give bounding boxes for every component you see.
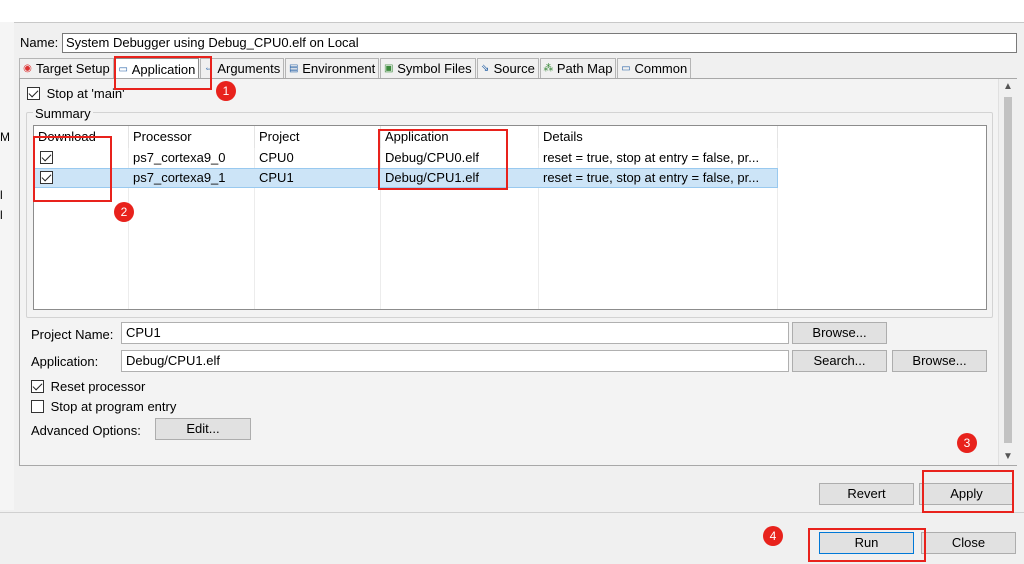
application-cell: Debug/CPU0.elf [385, 150, 479, 165]
project-cell: CPU1 [259, 170, 294, 185]
stop-at-entry-checkbox[interactable] [31, 400, 44, 414]
annotation-badge: 2 [114, 202, 134, 222]
path-map-icon: ⁂ [543, 63, 554, 74]
tab-label: Target Setup [36, 61, 110, 76]
application-browse-button[interactable]: Browse... [892, 350, 987, 372]
advanced-options-label: Advanced Options: [31, 423, 141, 438]
details-cell: reset = true, stop at entry = false, pr.… [543, 150, 760, 165]
left-fragment: M [0, 130, 10, 144]
project-browse-button[interactable]: Browse... [792, 322, 887, 344]
target-icon: ◉ [23, 63, 32, 74]
project-name-field[interactable]: CPU1 [121, 322, 789, 344]
tab-arguments[interactable]: ⇔ Arguments [200, 58, 285, 78]
close-button[interactable]: Close [921, 532, 1016, 554]
revert-button[interactable]: Revert [819, 483, 914, 505]
stop-at-main-option[interactable]: Stop at 'main' [27, 85, 125, 101]
column-header-download[interactable]: Download [34, 126, 129, 148]
name-label: Name: [20, 35, 59, 50]
tab-label: Common [634, 61, 688, 76]
symbol-files-icon: ▣ [383, 63, 394, 74]
stop-at-entry-option[interactable]: Stop at program entry [31, 398, 176, 414]
vertical-scrollbar[interactable]: ▲ ▼ [998, 79, 1017, 465]
processor-cell: ps7_cortexa9_0 [133, 150, 226, 165]
tab-label: Arguments [217, 61, 281, 76]
environment-icon: ▤ [288, 63, 299, 74]
tab-bar: ◉ Target Setup ▭ Application ⇔ Arguments… [19, 58, 692, 79]
annotation-badge: 4 [763, 526, 783, 546]
reset-processor-label: Reset processor [50, 379, 146, 395]
arguments-icon: ⇔ [203, 63, 214, 74]
application-field[interactable]: Debug/CPU1.elf [121, 350, 789, 372]
tab-label: Environment [302, 61, 376, 76]
advanced-edit-button[interactable]: Edit... [155, 418, 251, 440]
name-field[interactable]: System Debugger using Debug_CPU0.elf on … [62, 33, 1017, 53]
scroll-down-icon[interactable]: ▼ [1003, 451, 1013, 462]
column-header-project[interactable]: Project [255, 126, 381, 148]
column-header-details[interactable]: Details [539, 126, 778, 148]
tab-symbol-files[interactable]: ▣ Symbol Files [380, 58, 476, 78]
application-label: Application: [31, 354, 99, 369]
common-icon: ▭ [621, 63, 631, 74]
download-checkbox[interactable] [40, 151, 53, 164]
project-cell: CPU0 [259, 150, 294, 165]
tab-label: Symbol Files [397, 61, 472, 76]
top-strip [0, 0, 1024, 22]
dialog-divider [0, 512, 1024, 513]
table-row-selected[interactable]: ps7_cortexa9_1 CPU1 Debug/CPU1.elf reset… [34, 168, 778, 188]
tab-path-map[interactable]: ⁂ Path Map [539, 58, 617, 78]
annotation-badge: 3 [957, 433, 977, 453]
left-fragment: l [0, 188, 3, 202]
reset-processor-checkbox[interactable] [31, 380, 44, 394]
scroll-up-icon[interactable]: ▲ [1003, 81, 1013, 92]
reset-processor-option[interactable]: Reset processor [31, 378, 145, 394]
stop-at-entry-label: Stop at program entry [50, 399, 177, 415]
application-search-button[interactable]: Search... [792, 350, 887, 372]
tab-target-setup[interactable]: ◉ Target Setup [19, 58, 114, 78]
summary-table: Download Processor Project Application D… [33, 125, 987, 310]
stop-at-main-checkbox[interactable] [27, 87, 40, 101]
summary-label: Summary [33, 106, 93, 121]
left-fragment: l [0, 208, 3, 222]
window-icon: ▭ [118, 63, 128, 75]
left-pane: M l l [0, 22, 15, 510]
tab-source[interactable]: ⇘ Source [476, 58, 539, 78]
scroll-thumb[interactable] [1004, 97, 1012, 443]
tab-application[interactable]: ▭ Application [114, 58, 200, 79]
tab-label: Source [493, 61, 535, 76]
tab-label: Application [131, 61, 196, 77]
tab-label: Path Map [556, 61, 613, 76]
run-button[interactable]: Run [819, 532, 914, 554]
processor-cell: ps7_cortexa9_1 [133, 170, 226, 185]
details-cell: reset = true, stop at entry = false, pr.… [543, 170, 760, 185]
tab-environment[interactable]: ▤ Environment [285, 58, 380, 78]
source-icon: ⇘ [480, 63, 490, 74]
table-row[interactable]: ps7_cortexa9_0 CPU0 Debug/CPU0.elf reset… [34, 148, 778, 168]
apply-button[interactable]: Apply [919, 483, 1014, 505]
application-cell: Debug/CPU1.elf [385, 170, 479, 185]
project-name-label: Project Name: [31, 327, 114, 342]
annotation-badge: 1 [216, 81, 236, 101]
stop-at-main-label: Stop at 'main' [46, 86, 125, 102]
tab-common[interactable]: ▭ Common [617, 58, 692, 78]
column-header-application[interactable]: Application [381, 126, 539, 148]
column-header-processor[interactable]: Processor [129, 126, 255, 148]
download-checkbox[interactable] [40, 171, 53, 184]
